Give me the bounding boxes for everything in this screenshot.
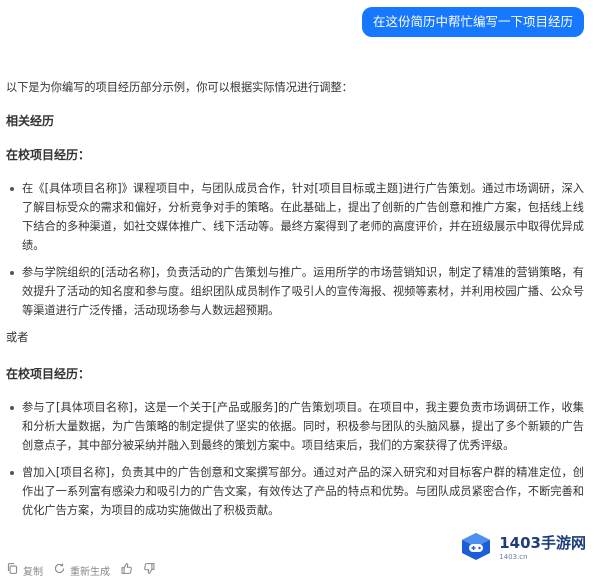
regenerate-icon [53,562,66,578]
subsection-title-b: 在校项目经历： [6,367,91,381]
reply-intro: 以下是为你编写的项目经历部分示例，你可以根据实际情况进行调整： [6,81,353,94]
copy-button[interactable]: 复制 [6,562,43,578]
list-item: 曾加入[项目名称]，负责其中的广告创意和文案撰写部分。通过对产品的深入研究和对目… [6,463,590,520]
game-controller-icon [459,531,493,565]
thumbs-down-button[interactable] [143,562,156,578]
reply-actions: 复制 重新生成 [6,560,156,580]
copy-label: 复制 [23,566,43,578]
thumbs-up-icon [120,562,133,578]
section-heading: 相关经历 [6,114,55,128]
watermark-url: 1403.cn [499,552,528,561]
regenerate-label: 重新生成 [70,566,110,578]
watermark-name: 1403手游网 [499,533,586,552]
copy-icon [6,562,19,578]
experience-list-b: 参与了[具体项目名称]，这是一个关于[产品或服务]的广告策划项目。在项目中，我主… [6,398,590,520]
subsection-title-a: 在校项目经历： [6,148,91,162]
list-item: 在《[具体项目名称]》课程项目中，与团队成员合作，针对[项目目标或主题]进行广告… [6,179,590,255]
user-message-bubble: 在这份简历中帮忙编写一下项目经历 [361,7,584,37]
or-separator: 或者 [6,331,29,344]
regenerate-button[interactable]: 重新生成 [53,562,110,578]
experience-list-a: 在《[具体项目名称]》课程项目中，与团队成员合作，针对[项目目标或主题]进行广告… [6,179,590,320]
thumbs-down-icon [143,562,156,578]
list-item: 参与了[具体项目名称]，这是一个关于[产品或服务]的广告策划项目。在项目中，我主… [6,398,590,455]
site-watermark: 1403手游网 1403.cn [455,528,590,568]
list-item: 参与学院组织的[活动名称]，负责活动的广告策划与推广。运用所学的市场营销知识，制… [6,263,590,320]
assistant-reply: 以下是为你编写的项目经历部分示例，你可以根据实际情况进行调整： 相关经历 在校项… [6,78,590,528]
thumbs-up-button[interactable] [120,562,133,578]
